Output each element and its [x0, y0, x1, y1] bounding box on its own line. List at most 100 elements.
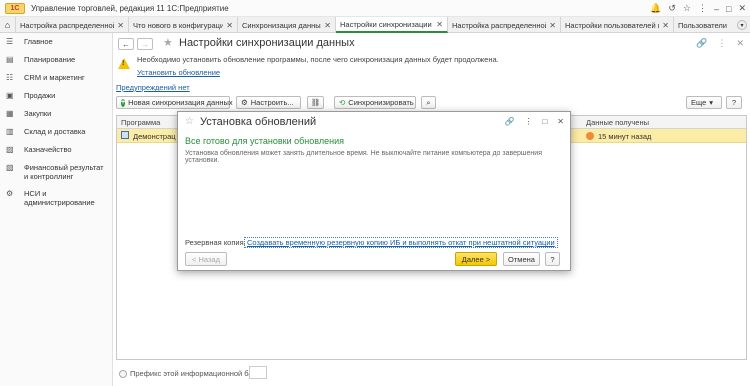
sidebar-item-label: Продажи	[24, 91, 56, 100]
plus-icon: +	[121, 98, 126, 107]
close-tab-icon[interactable]: ✕	[662, 21, 669, 30]
link-icon[interactable]: 🔗	[504, 117, 514, 126]
search-button[interactable]: ⌕	[421, 96, 436, 109]
tabs-dropdown-icon[interactable]: ▾	[737, 20, 747, 30]
favorite-star-icon[interactable]: ★	[163, 36, 173, 49]
close-icon[interactable]: ✕	[738, 3, 746, 14]
close-tab-icon[interactable]: ✕	[324, 21, 331, 30]
forward-button[interactable]: →	[137, 38, 153, 50]
sidebar-item-treasury[interactable]: ▨ Казначейство	[0, 145, 112, 163]
prefix-label: Префикс этой информационной базы	[130, 369, 262, 378]
cancel-button[interactable]: Отмена	[503, 252, 540, 266]
purchases-icon: ▦	[6, 109, 14, 118]
back-button[interactable]: < Назад	[185, 252, 227, 266]
tab-label: Синхронизация данных	[242, 20, 322, 30]
sidebar: ☰ Главное ▤ Планирование ☷ CRM и маркетинг …	[0, 33, 113, 386]
tab-sync-settings[interactable]: Настройки синхронизации д...✕	[336, 17, 448, 33]
search-icon: ⌕	[426, 97, 431, 107]
close-icon[interactable]: ✕	[736, 38, 744, 49]
menu-icon: ☰	[6, 37, 14, 46]
settings-icon: ⚙	[241, 98, 248, 107]
link-button[interactable]: ⛓	[307, 96, 324, 109]
app-logo: 1С	[5, 2, 25, 14]
column-program[interactable]: Программа	[121, 118, 160, 127]
sidebar-item-label: Склад и доставка	[24, 127, 86, 136]
tab-user-settings[interactable]: Настройки пользователей и... ✕	[561, 17, 674, 33]
home-icon[interactable]: ⌂	[0, 17, 16, 33]
backup-option-link[interactable]: Создавать временную резервную копию ИБ и…	[244, 237, 558, 248]
more-button[interactable]: Еще ▾	[686, 96, 722, 109]
row-received: 15 минут назад	[598, 132, 652, 141]
column-received[interactable]: Данные получены	[586, 118, 649, 127]
back-button[interactable]: ←	[118, 38, 134, 50]
tab-bar: ⌂ Настройка распределенной... ✕ Что новог…	[0, 17, 750, 33]
prefix-radio[interactable]	[119, 370, 127, 378]
next-button[interactable]: Далее >	[455, 252, 497, 266]
status-icon	[586, 132, 594, 140]
tab-distributed-settings-2[interactable]: Настройка распределенной ...✕	[448, 17, 561, 33]
more-icon[interactable]: ⋮	[524, 117, 532, 126]
sidebar-item-label: CRM и маркетинг	[24, 73, 85, 82]
backup-label: Резервная копия:	[185, 238, 246, 247]
close-tab-icon[interactable]: ✕	[226, 21, 233, 30]
page-title: Настройки синхронизации данных	[179, 37, 355, 49]
title-bar-icons: 🔔 ↺ ☆ ⋮ – □ ✕	[650, 0, 746, 17]
menu-dots-icon[interactable]: ⋮	[698, 3, 707, 14]
prefix-input[interactable]	[249, 366, 267, 379]
tab-label: Что нового в конфигурации ...	[133, 20, 223, 30]
dialog-heading: Все готово для установки обновления	[185, 136, 344, 146]
history-icon[interactable]: ↺	[668, 3, 676, 14]
help-button[interactable]: ?	[726, 96, 742, 109]
new-sync-button[interactable]: + Новая синхронизация данных	[116, 96, 233, 109]
install-updates-dialog: ☆ Установка обновлений 🔗 ⋮ □ ✕ Все готов…	[177, 111, 571, 271]
warning-text: Необходимо установить обновление програм…	[137, 55, 499, 64]
install-update-link[interactable]: Установить обновление	[137, 68, 220, 77]
tab-whats-new[interactable]: Что нового в конфигурации ...✕	[129, 17, 238, 33]
arrow-left-icon: ←	[122, 39, 130, 49]
sidebar-item-sales[interactable]: ▣ Продажи	[0, 91, 112, 109]
sidebar-item-label: Главное	[24, 37, 53, 46]
sidebar-item-purchases[interactable]: ▦ Закупки	[0, 109, 112, 127]
sidebar-item-main[interactable]: ☰ Главное	[0, 37, 112, 55]
tab-label: Настройка распределенной...	[20, 20, 115, 30]
sidebar-item-warehouse[interactable]: ▥ Склад и доставка	[0, 127, 112, 145]
admin-icon: ⚙	[6, 189, 14, 198]
more-icon[interactable]: ⋮	[717, 38, 726, 49]
help-button[interactable]: ?	[545, 252, 560, 266]
tab-data-sync[interactable]: Синхронизация данных ✕	[238, 17, 336, 33]
sidebar-item-label: НСИ и администрирование	[24, 189, 95, 207]
sidebar-item-planning[interactable]: ▤ Планирование	[0, 55, 112, 73]
favorites-icon[interactable]: ☆	[683, 3, 691, 14]
header-icons: 🔗 ⋮ ✕	[696, 38, 744, 49]
sidebar-item-crm[interactable]: ☷ CRM и маркетинг	[0, 73, 112, 91]
favorite-star-icon[interactable]: ☆	[185, 116, 194, 127]
sidebar-item-label: Закупки	[24, 109, 52, 118]
sales-icon: ▣	[6, 91, 14, 100]
tab-label: Настройки синхронизации д...	[340, 19, 433, 29]
tab-users[interactable]: Пользователи	[674, 17, 734, 33]
chain-icon: ⛓	[310, 98, 321, 107]
close-tab-icon[interactable]: ✕	[549, 21, 556, 30]
dialog-header-icons: 🔗 ⋮ □ ✕	[504, 117, 564, 126]
toolbar: + Новая синхронизация данных ⚙ Настроить..…	[116, 96, 747, 110]
tab-label: Настройка распределенной ...	[452, 20, 547, 30]
planning-icon: ▤	[6, 55, 14, 64]
sidebar-item-finance[interactable]: ▧ Финансовый результат и контроллинг	[0, 163, 112, 189]
warnings-link[interactable]: Предупреждений нет	[116, 83, 190, 92]
dialog-title: Установка обновлений	[200, 116, 317, 128]
sidebar-item-admin[interactable]: ⚙ НСИ и администрирование	[0, 189, 112, 215]
maximize-icon[interactable]: □	[542, 117, 547, 126]
warehouse-icon: ▥	[6, 127, 14, 136]
title-bar: 1С Управление торговлей, редакция 11 1С:…	[0, 0, 750, 17]
tab-distributed-settings[interactable]: Настройка распределенной... ✕	[16, 17, 129, 33]
link-icon[interactable]: 🔗	[696, 38, 707, 49]
notifications-icon[interactable]: 🔔	[650, 3, 661, 14]
tab-label: Пользователи	[678, 20, 727, 30]
synchronize-button[interactable]: ⟲ Синхронизировать	[334, 96, 416, 109]
configure-button[interactable]: ⚙ Настроить...	[236, 96, 301, 109]
close-tab-icon[interactable]: ✕	[117, 21, 124, 30]
minimize-icon[interactable]: –	[714, 4, 719, 14]
maximize-icon[interactable]: □	[726, 4, 731, 14]
close-icon[interactable]: ✕	[557, 117, 564, 126]
close-tab-icon[interactable]: ✕	[436, 20, 443, 29]
